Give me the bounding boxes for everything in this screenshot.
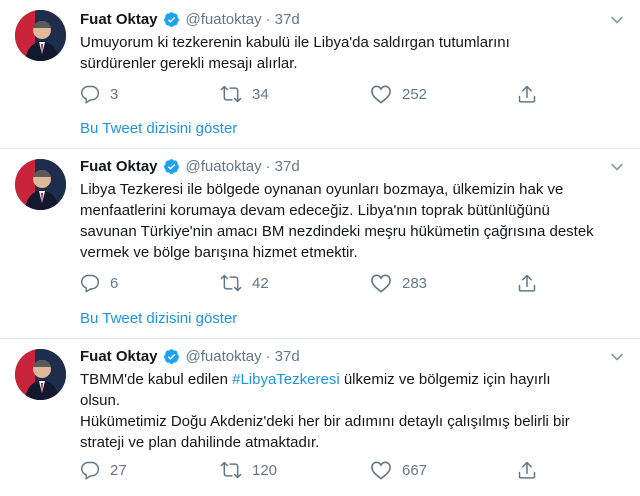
- caret-down-icon[interactable]: [610, 13, 624, 27]
- tweet-text: TBMM'de kabul edilen #LibyaTezkeresi ülk…: [80, 369, 620, 453]
- handle[interactable]: @fuatoktay: [186, 348, 262, 365]
- retweet-icon: [220, 274, 242, 292]
- reply-button[interactable]: 6: [80, 272, 118, 294]
- display-name[interactable]: Fuat Oktay: [80, 158, 158, 175]
- avatar-image: [15, 10, 66, 61]
- reply-icon: [80, 85, 100, 104]
- reply-count: 3: [110, 85, 119, 103]
- display-name[interactable]: Fuat Oktay: [80, 348, 158, 365]
- share-button[interactable]: [517, 459, 547, 481]
- verified-badge-icon: [163, 11, 180, 28]
- separator: ·: [265, 347, 271, 365]
- separator: ·: [265, 10, 271, 28]
- timestamp[interactable]: 37d: [275, 348, 300, 365]
- tweet-text: Libya Tezkeresi ile bölgede oynanan oyun…: [80, 179, 620, 263]
- like-button[interactable]: 252: [370, 83, 427, 105]
- share-button[interactable]: [517, 272, 547, 294]
- reply-button[interactable]: 3: [80, 83, 118, 105]
- avatar[interactable]: [15, 159, 66, 210]
- share-icon: [518, 85, 536, 103]
- tweet-text-segment: TBMM'de kabul edilen: [80, 371, 233, 388]
- handle[interactable]: @fuatoktay: [186, 158, 262, 175]
- tweet[interactable]: Fuat Oktay @fuatoktay · 37d Libya Tezker…: [0, 149, 640, 339]
- retweet-count: 34: [252, 85, 269, 103]
- hashtag-link[interactable]: #LibyaTezkeresi: [232, 371, 340, 388]
- retweet-count: 120: [252, 461, 278, 479]
- tweet-actions: 3 34 252: [80, 83, 540, 105]
- retweet-button[interactable]: 120: [220, 459, 277, 481]
- tweet-text-line: strateji ve plan dahilinde atmaktadır.: [80, 434, 320, 451]
- handle[interactable]: @fuatoktay: [186, 11, 262, 28]
- retweet-button[interactable]: 42: [220, 272, 269, 294]
- timestamp[interactable]: 37d: [275, 11, 300, 28]
- tweet[interactable]: Fuat Oktay @fuatoktay · 37d TBMM'de kabu…: [0, 339, 640, 496]
- like-button[interactable]: 283: [370, 272, 427, 294]
- display-name[interactable]: Fuat Oktay: [80, 11, 158, 28]
- tweet-text-line: Libya Tezkeresi ile bölgede oynanan oyun…: [80, 181, 564, 198]
- tweet-text-line: menfaatlerini korumaya devam edeceğiz. L…: [80, 202, 550, 219]
- tweet-text-segment: ülkemiz ve bölgemiz için hayırlı: [339, 371, 551, 388]
- retweet-icon: [220, 461, 242, 479]
- retweet-count: 42: [252, 274, 269, 292]
- tweet-text-line: vermek ve bölge barışına hizmet etmektir…: [80, 244, 358, 261]
- tweet-text-line: Umuyorum ki tezkerenin kabulü ile Libya'…: [80, 34, 510, 51]
- avatar[interactable]: [15, 349, 66, 400]
- separator: ·: [265, 157, 271, 175]
- like-count: 252: [402, 85, 428, 103]
- reply-count: 27: [110, 461, 127, 479]
- timestamp[interactable]: 37d: [275, 158, 300, 175]
- caret-down-icon[interactable]: [610, 160, 624, 174]
- tweet-header: Fuat Oktay @fuatoktay · 37d: [80, 345, 300, 367]
- show-thread-link[interactable]: Bu Tweet dizisini göster: [80, 120, 237, 137]
- like-count: 667: [402, 461, 428, 479]
- verified-badge-icon: [163, 158, 180, 175]
- show-thread-link[interactable]: Bu Tweet dizisini göster: [80, 310, 237, 327]
- tweet[interactable]: Fuat Oktay @fuatoktay · 37d Umuyorum ki …: [0, 0, 640, 150]
- like-icon: [371, 274, 391, 293]
- tweet-text-line: TBMM'de kabul edilen #LibyaTezkeresi ülk…: [80, 369, 620, 390]
- tweet-text-line: olsun.: [80, 392, 121, 409]
- tweet-text-line: sürdürenler gerekli mesajı alırlar.: [80, 55, 298, 72]
- reply-icon: [80, 274, 100, 293]
- avatar[interactable]: [15, 10, 66, 61]
- tweet-text: Umuyorum ki tezkerenin kabulü ile Libya'…: [80, 32, 620, 74]
- share-icon: [518, 461, 536, 479]
- verified-badge-icon: [163, 348, 180, 365]
- reply-button[interactable]: 27: [80, 459, 127, 481]
- like-button[interactable]: 667: [370, 459, 427, 481]
- share-icon: [518, 274, 536, 292]
- tweet-header: Fuat Oktay @fuatoktay · 37d: [80, 8, 300, 30]
- avatar-image: [15, 159, 66, 210]
- like-icon: [371, 461, 391, 480]
- tweet-header: Fuat Oktay @fuatoktay · 37d: [80, 155, 300, 177]
- retweet-button[interactable]: 34: [220, 83, 269, 105]
- caret-down-icon[interactable]: [610, 350, 624, 364]
- tweet-text-line: Hükümetimiz Doğu Akdeniz'deki her bir ad…: [80, 413, 570, 430]
- reply-icon: [80, 461, 100, 480]
- retweet-icon: [220, 85, 242, 103]
- avatar-image: [15, 349, 66, 400]
- tweet-actions: 27 120 667: [80, 459, 540, 481]
- like-count: 283: [402, 274, 428, 292]
- reply-count: 6: [110, 274, 119, 292]
- like-icon: [371, 85, 391, 104]
- share-button[interactable]: [517, 83, 547, 105]
- tweet-actions: 6 42 283: [80, 272, 540, 294]
- tweet-text-line: savunan Türkiye'nin amacı BM nezdindeki …: [80, 223, 594, 240]
